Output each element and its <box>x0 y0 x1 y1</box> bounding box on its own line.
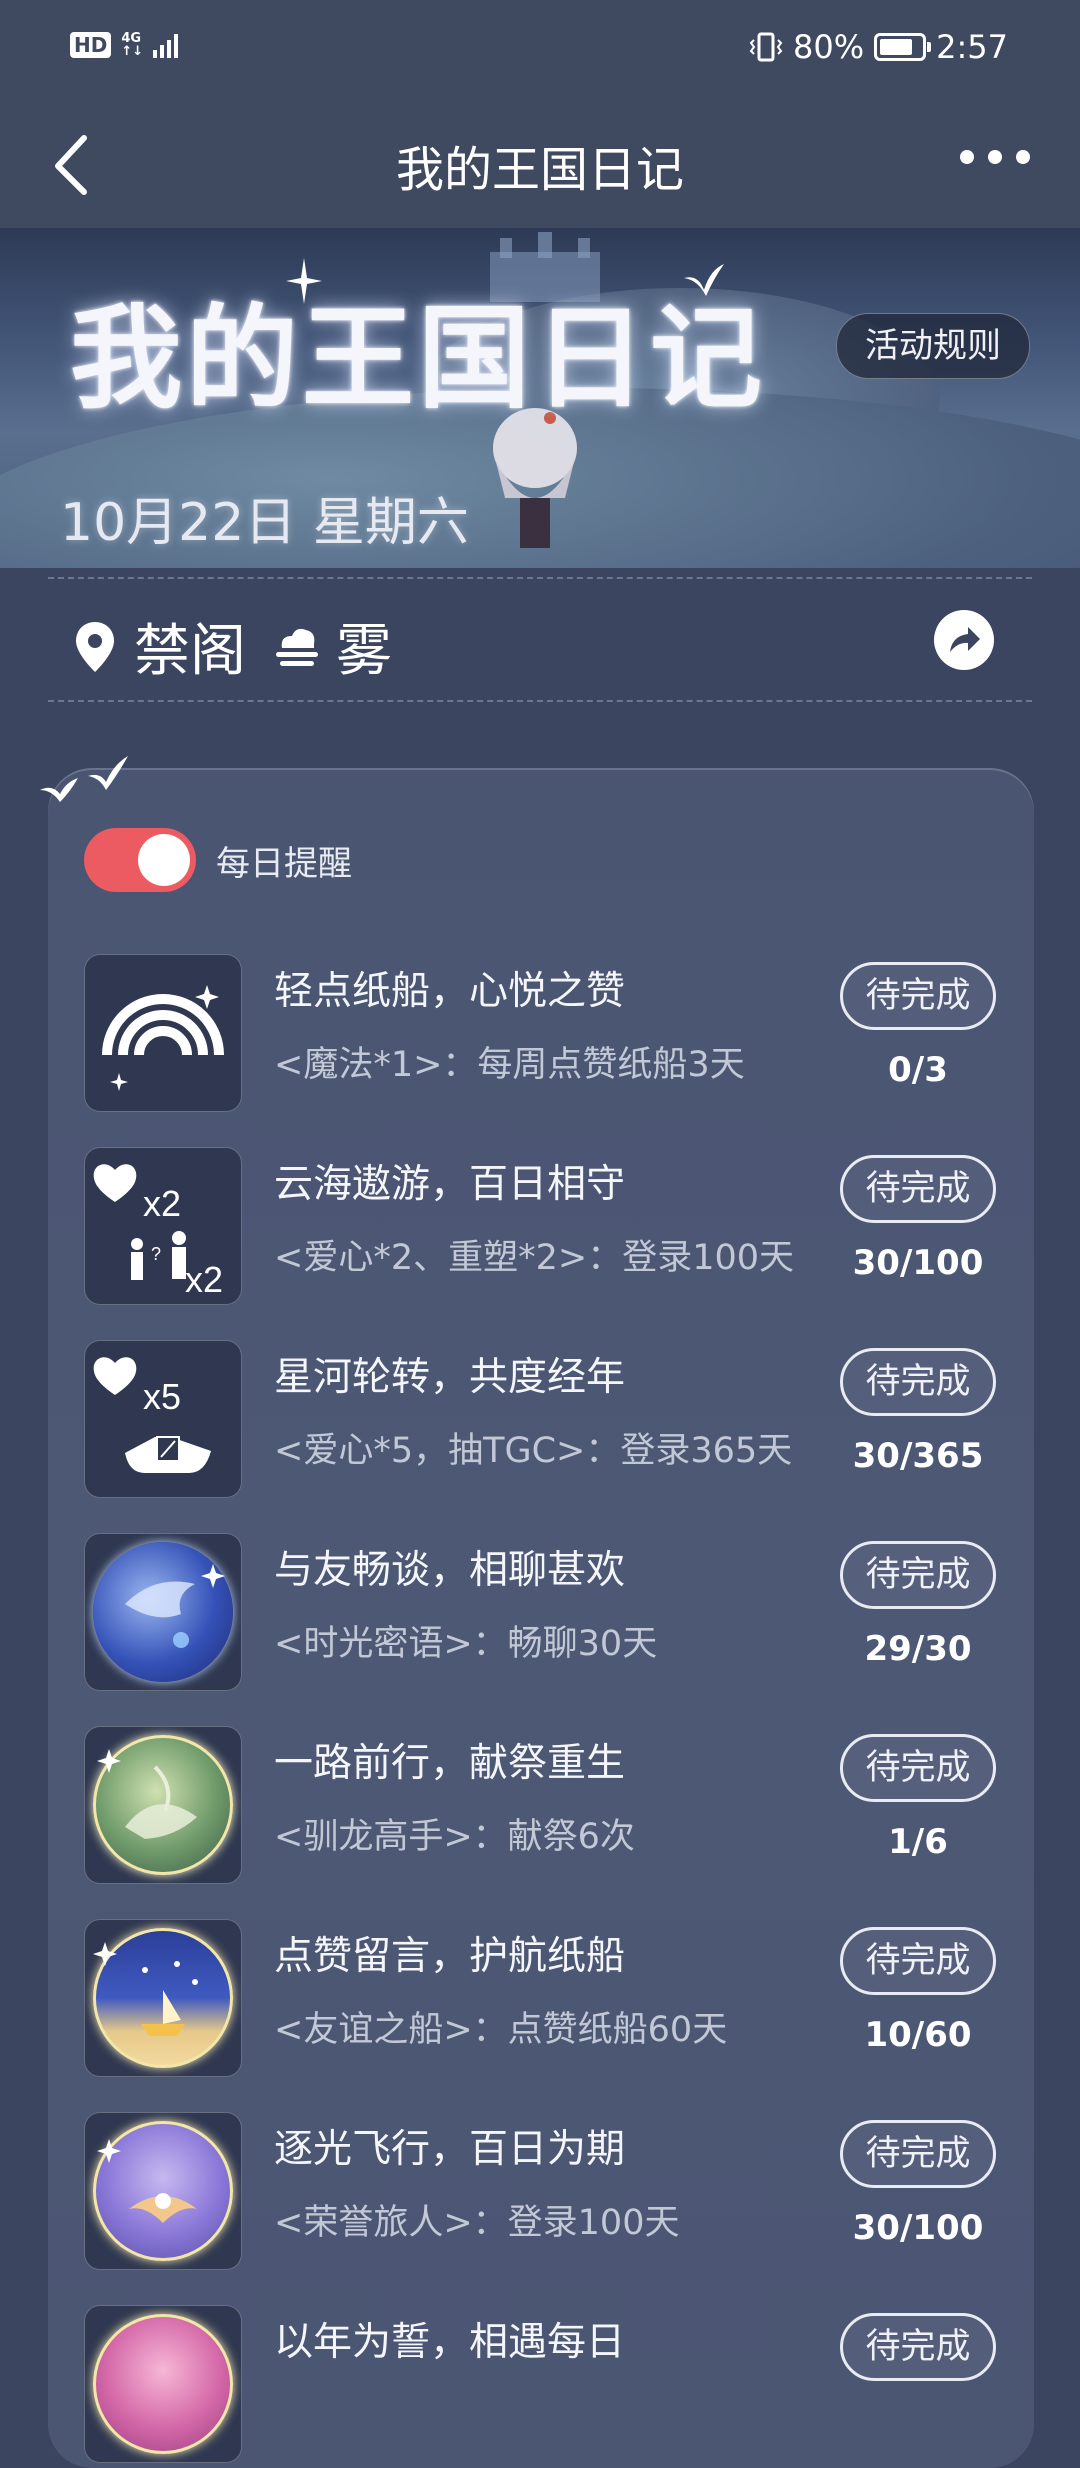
daily-reminder-row: 每日提醒 <box>84 828 352 892</box>
task-progress: 1/6 <box>888 1822 948 1862</box>
svg-text:?: ? <box>151 1244 161 1264</box>
task-progress: 30/365 <box>852 1436 984 1476</box>
dragon-badge-icon <box>84 1726 242 1884</box>
more-dot <box>988 150 1002 164</box>
task-status-button[interactable]: 待完成 <box>840 1734 996 1802</box>
birds-icon <box>40 756 128 802</box>
signal-icon <box>153 32 179 58</box>
task-title: 以年为誓，相遇每日 <box>274 2320 626 2365</box>
location-pin-icon <box>76 621 114 672</box>
share-button[interactable] <box>934 610 994 670</box>
task-status-button[interactable]: 待完成 <box>840 2313 996 2381</box>
task-item: 轻点纸船，心悦之赞 <魔法*1>：每周点赞纸船3天 待完成 0/3 <box>84 954 1024 1114</box>
task-status-button[interactable]: 待完成 <box>840 962 996 1030</box>
hero-title: 我的王国日记 <box>70 293 766 424</box>
task-progress: 10/60 <box>864 2015 972 2055</box>
page-title: 我的王国日记 <box>395 142 684 198</box>
task-status-button[interactable]: 待完成 <box>840 1348 996 1416</box>
sparkle-icon <box>286 258 322 304</box>
task-description: <魔法*1>：每周点赞纸船3天 <box>274 1045 745 1085</box>
year-badge-icon <box>84 2305 242 2463</box>
task-status-button[interactable]: 待完成 <box>840 2120 996 2188</box>
task-progress: 30/100 <box>852 1243 984 1283</box>
whale-badge-icon <box>84 1533 242 1691</box>
status-left: HD 4G ↑↓ <box>70 32 179 58</box>
task-title: 一路前行，献祭重生 <box>274 1741 626 1786</box>
clock: 2:57 <box>936 28 1008 66</box>
task-progress: 0/3 <box>888 1050 948 1090</box>
task-status-button[interactable]: 待完成 <box>840 1927 996 1995</box>
weather: 雾 <box>274 606 392 687</box>
task-progress: 29/30 <box>864 1629 972 1669</box>
task-progress: 30/100 <box>852 2208 984 2248</box>
hd-badge: HD <box>70 32 112 58</box>
task-status-button[interactable]: 待完成 <box>840 1155 996 1223</box>
task-item: x2 ? x2 云海遨游，百日相守 <爱心*2、重塑*2>：登录100天 待完成… <box>84 1147 1024 1307</box>
bird-icon <box>684 264 724 296</box>
task-description: <驯龙高手>：献祭6次 <box>274 1817 635 1857</box>
task-status-button[interactable]: 待完成 <box>840 1541 996 1609</box>
task-description: <时光密语>：畅聊30天 <box>274 1624 658 1664</box>
vibrate-icon <box>749 32 783 62</box>
hero-banner: 我的王国日记 活动规则 10月22日 星期六 <box>0 228 1080 568</box>
task-description: <友谊之船>：点赞纸船60天 <box>274 2010 728 2050</box>
divider <box>48 577 1032 579</box>
status-right: 80% 2:57 <box>749 28 1008 66</box>
more-dot <box>960 150 974 164</box>
task-title: 云海遨游，百日相守 <box>274 1162 626 1207</box>
icon-multiplier: x2 <box>143 1183 181 1224</box>
weather-name: 雾 <box>336 619 392 684</box>
daily-reminder-label: 每日提醒 <box>216 843 352 884</box>
task-item: 逐光飞行，百日为期 <荣誉旅人>：登录100天 待完成 30/100 <box>84 2112 1024 2272</box>
status-bar: HD 4G ↑↓ 80% 2:57 <box>0 0 1080 100</box>
rules-button[interactable]: 活动规则 <box>836 313 1030 379</box>
battery-percent: 80% <box>793 28 865 66</box>
task-title: 点赞留言，护航纸船 <box>274 1934 626 1979</box>
task-description: <荣誉旅人>：登录100天 <box>274 2203 680 2243</box>
task-item: 以年为誓，相遇每日 待完成 <box>84 2305 1024 2465</box>
task-title: 星河轮转，共度经年 <box>274 1355 626 1400</box>
battery-icon <box>874 33 932 61</box>
task-item: 一路前行，献祭重生 <驯龙高手>：献祭6次 待完成 1/6 <box>84 1726 1024 1886</box>
task-item: x5 星河轮转，共度经年 <爱心*5，抽TGC>：登录365天 待完成 30/3… <box>84 1340 1024 1500</box>
boat-badge-icon <box>84 1919 242 2077</box>
more-button[interactable] <box>960 150 1030 164</box>
heart-reshape-icon: x2 ? x2 <box>84 1147 242 1305</box>
task-description: <爱心*2、重塑*2>：登录100天 <box>274 1238 794 1278</box>
task-title: 逐光飞行，百日为期 <box>274 2127 626 2172</box>
network-arrows: ↑↓ <box>121 44 144 59</box>
task-description: <爱心*5，抽TGC>：登录365天 <box>274 1431 793 1471</box>
fog-icon <box>276 628 318 666</box>
location: 禁阁 <box>76 606 246 687</box>
rainbow-icon <box>84 954 242 1112</box>
network-type: 4G ↑↓ <box>121 32 143 58</box>
app-bar: 我的王国日记 <box>0 100 1080 228</box>
icon-multiplier: x5 <box>143 1376 181 1417</box>
location-name: 禁阁 <box>134 619 246 684</box>
task-item: 点赞留言，护航纸船 <友谊之船>：点赞纸船60天 待完成 10/60 <box>84 1919 1024 2079</box>
location-row: 禁阁 雾 <box>0 580 1080 700</box>
task-title: 轻点纸船，心悦之赞 <box>274 969 626 1014</box>
date-label: 10月22日 星期六 <box>60 493 469 553</box>
task-item: 与友畅谈，相聊甚欢 <时光密语>：畅聊30天 待完成 29/30 <box>84 1533 1024 1693</box>
more-dot <box>1016 150 1030 164</box>
flight-badge-icon <box>84 2112 242 2270</box>
share-icon <box>950 627 980 652</box>
task-title: 与友畅谈，相聊甚欢 <box>274 1548 626 1593</box>
icon-multiplier: x2 <box>185 1259 223 1300</box>
heart-cape-icon: x5 <box>84 1340 242 1498</box>
divider <box>48 700 1032 702</box>
daily-reminder-toggle[interactable] <box>84 828 196 892</box>
toggle-knob <box>138 834 190 886</box>
